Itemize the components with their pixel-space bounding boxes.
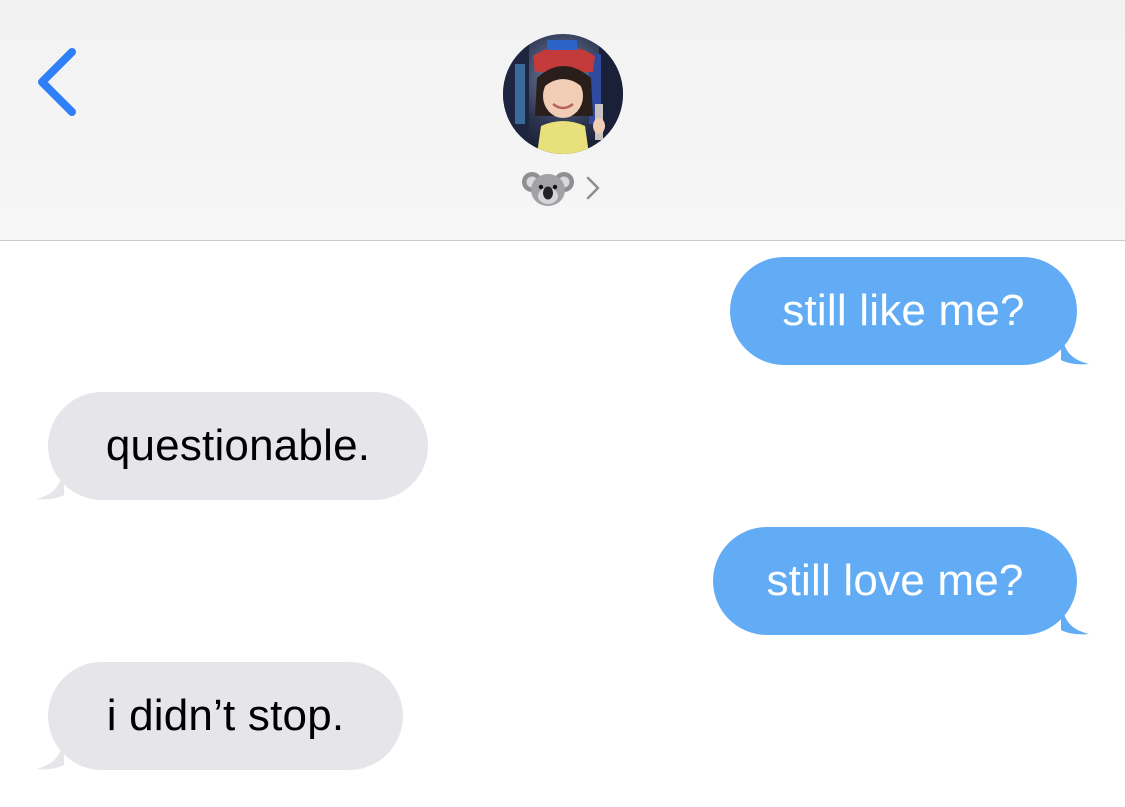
- contact-avatar[interactable]: [503, 34, 623, 154]
- avatar-photo: [503, 34, 623, 154]
- bubble-tail: [1061, 329, 1089, 365]
- koala-icon: [522, 172, 574, 206]
- bubble-tail: [36, 464, 64, 500]
- message-text: questionable.: [105, 421, 371, 470]
- message-bubble-received[interactable]: questionable.: [36, 392, 428, 500]
- message-text: still like me?: [782, 286, 1025, 335]
- back-button[interactable]: [28, 44, 88, 120]
- message-text: i didn’t stop.: [106, 691, 345, 740]
- message-bubble-sent[interactable]: still love me?: [713, 527, 1089, 635]
- conversation-header: [0, 0, 1125, 241]
- chevron-right-icon: [584, 174, 602, 202]
- message-bubble-sent[interactable]: still like me?: [730, 257, 1089, 365]
- messages-screen: still like me? questionable. still love …: [0, 0, 1125, 807]
- message-text: still love me?: [766, 556, 1024, 605]
- chevron-left-icon: [38, 48, 76, 116]
- contact-name-row[interactable]: [522, 166, 602, 210]
- bubble-tail: [1061, 599, 1089, 635]
- message-bubble-received[interactable]: i didn’t stop.: [36, 662, 403, 770]
- bubble-tail: [36, 734, 64, 770]
